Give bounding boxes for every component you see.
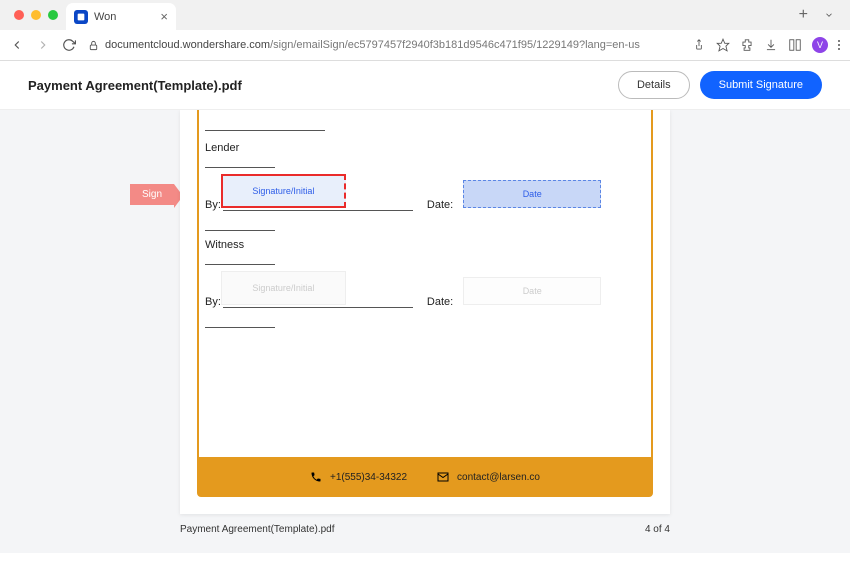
document-canvas: Sign Lender By: Signature/Initial Date: …: [0, 110, 850, 553]
page-indicator: 4 of 4: [645, 524, 670, 535]
window-minimize-button[interactable]: [31, 10, 41, 20]
app-header: Payment Agreement(Template).pdf Details …: [0, 61, 850, 110]
extensions-icon[interactable]: [740, 38, 754, 52]
document-page: Lender By: Signature/Initial Date: Date: [180, 110, 670, 514]
forward-button[interactable]: [36, 38, 50, 52]
sign-here-tag[interactable]: Sign: [130, 184, 174, 205]
browser-tab[interactable]: Won ×: [66, 3, 176, 30]
tab-strip: Won × +: [0, 0, 850, 30]
reading-list-icon[interactable]: [788, 38, 802, 52]
toolbar-icons: V: [692, 37, 840, 53]
back-button[interactable]: [10, 38, 24, 52]
window-close-button[interactable]: [14, 10, 24, 20]
phone-icon: [310, 471, 322, 483]
address-bar: documentcloud.wondershare.com/sign/email…: [0, 30, 850, 60]
footer-filename: Payment Agreement(Template).pdf: [180, 524, 335, 535]
browser-menu-button[interactable]: [838, 40, 840, 50]
download-icon[interactable]: [764, 38, 778, 52]
window-controls: [6, 10, 58, 20]
url-text: documentcloud.wondershare.com/sign/email…: [105, 39, 640, 51]
browser-chrome: Won × + documentcloud.wondershare.com/si…: [0, 0, 850, 61]
tab-title: Won: [94, 11, 154, 23]
lock-icon: [88, 40, 99, 51]
tab-favicon: [74, 10, 88, 24]
header-actions: Details Submit Signature: [618, 71, 822, 99]
share-icon[interactable]: [692, 38, 706, 52]
document-footer: +1(555)34-34322 contact@larsen.co: [197, 457, 653, 497]
submit-signature-button[interactable]: Submit Signature: [700, 71, 822, 99]
tabs-menu-button[interactable]: [814, 10, 844, 20]
bookmark-icon[interactable]: [716, 38, 730, 52]
email-icon: [437, 471, 449, 483]
url-field[interactable]: documentcloud.wondershare.com/sign/email…: [88, 39, 680, 51]
details-button[interactable]: Details: [618, 71, 690, 99]
window-maximize-button[interactable]: [48, 10, 58, 20]
tab-close-button[interactable]: ×: [160, 9, 168, 24]
document-title: Payment Agreement(Template).pdf: [28, 78, 242, 93]
reload-button[interactable]: [62, 38, 76, 52]
footer-email: contact@larsen.co: [457, 472, 540, 483]
new-tab-button[interactable]: +: [793, 6, 814, 24]
document-border: [197, 110, 653, 497]
footer-phone: +1(555)34-34322: [330, 472, 407, 483]
profile-avatar[interactable]: V: [812, 37, 828, 53]
